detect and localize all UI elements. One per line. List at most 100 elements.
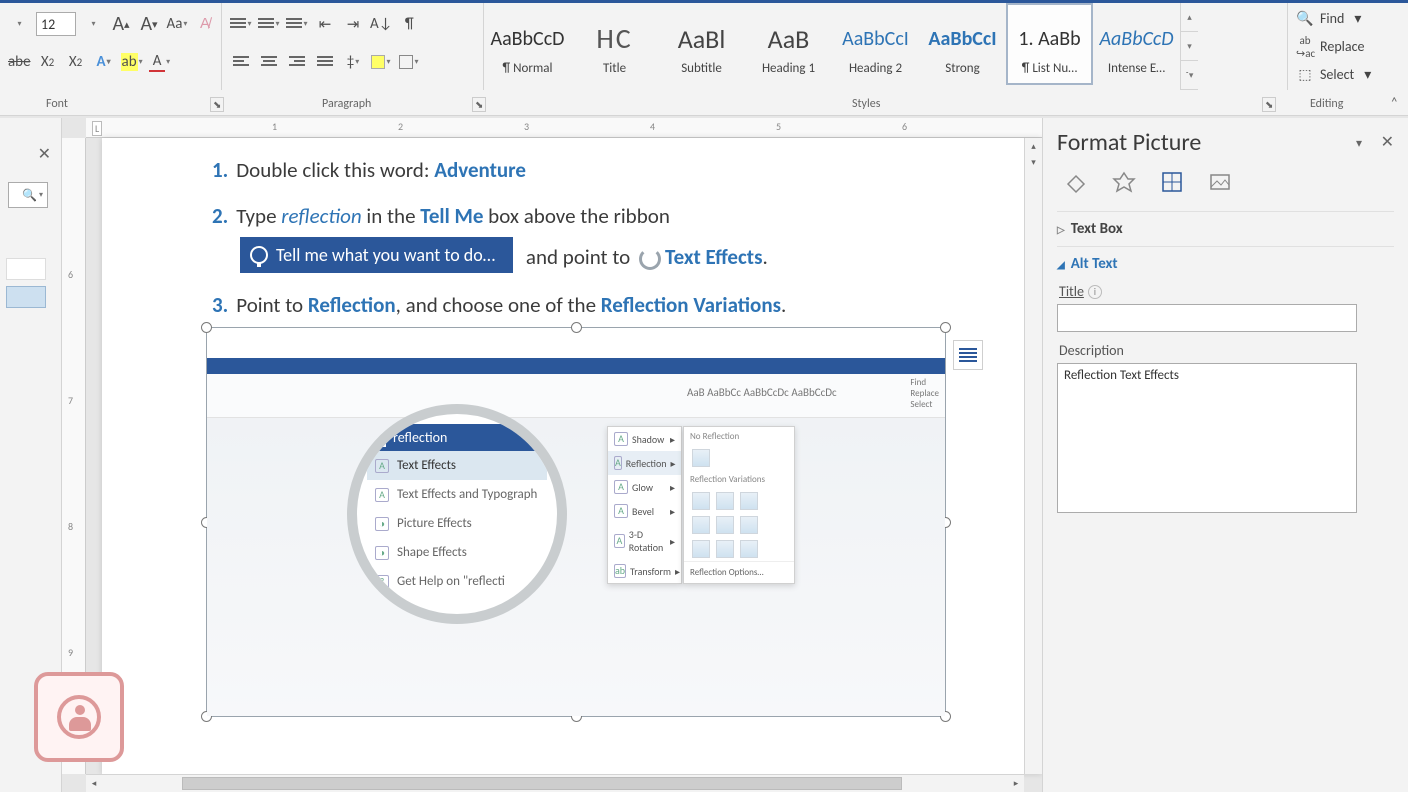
shading-button[interactable]: ▾: [370, 51, 392, 73]
l2-post: box above the ribbon: [483, 203, 669, 229]
editing-group: 🔍Find▾ ab↪acReplace ⬚Select▾: [1288, 3, 1408, 90]
grow-font-button[interactable]: A▴: [110, 13, 132, 35]
change-case-button[interactable]: Aa▾: [166, 13, 188, 35]
doc-line-3: 3.Point to Reflection, and choose one of…: [212, 291, 1012, 319]
gallery-more[interactable]: ⁼▾: [1181, 61, 1198, 90]
decrease-indent-button[interactable]: ⇤: [314, 13, 336, 35]
format-picture-title: Format Picture: [1057, 128, 1394, 157]
style-item-4[interactable]: AaBbCcIHeading 2: [832, 3, 919, 85]
horizontal-scrollbar[interactable]: ◂ ▸: [86, 774, 1024, 792]
bullets-button[interactable]: ▾: [230, 13, 252, 35]
nav-thumb-1[interactable]: [6, 258, 46, 280]
style-item-7[interactable]: AaBbCcDIntense E…: [1093, 3, 1180, 85]
borders-button[interactable]: ▾: [398, 51, 420, 73]
paragraph-group-label: Paragraph: [322, 97, 371, 111]
align-left-button[interactable]: [230, 51, 252, 73]
line-spacing-button[interactable]: ‡▾: [342, 51, 364, 73]
align-center-button[interactable]: [258, 51, 280, 73]
pane-close-button[interactable]: ✕: [1381, 132, 1394, 152]
l2-ital: reflection: [281, 203, 361, 229]
style-item-0[interactable]: AaBbCcD¶ Normal: [484, 3, 571, 85]
resize-handle[interactable]: [571, 322, 582, 333]
paragraph-dialog-launcher[interactable]: ⬊: [472, 97, 486, 112]
font-size-dropdown[interactable]: ▾: [82, 13, 104, 35]
lightbulb-icon: [375, 432, 387, 444]
nav-search-box[interactable]: 🔍: [8, 182, 48, 208]
layout-options-button[interactable]: [953, 340, 983, 370]
alt-desc-textarea[interactable]: Reflection Text Effects: [1057, 363, 1357, 513]
resize-handle[interactable]: [201, 322, 212, 333]
show-marks-button[interactable]: ¶: [398, 13, 420, 35]
mag-item-1: Text Effects and Typograph: [397, 487, 537, 502]
resize-handle[interactable]: [940, 322, 951, 333]
document-page[interactable]: 1.Double click this word: Adventure 2.Ty…: [102, 138, 1042, 774]
fly1-5: Transform: [630, 565, 671, 578]
scroll-left[interactable]: ◂: [86, 775, 102, 792]
l1-keyword: Adventure: [434, 157, 526, 183]
style-item-5[interactable]: AaBbCcIStrong: [919, 3, 1006, 85]
alttext-section-header[interactable]: ◢Alt Text: [1057, 255, 1394, 273]
vertical-scrollbar[interactable]: ▴ ▾: [1024, 138, 1042, 774]
style-item-6[interactable]: 1. AaBb¶ List Nu…: [1006, 3, 1093, 85]
picture-tab[interactable]: [1205, 167, 1235, 197]
increase-indent-button[interactable]: ⇥: [342, 13, 364, 35]
superscript-button[interactable]: X2: [65, 51, 87, 73]
highlight-button[interactable]: ab▾: [121, 51, 143, 73]
gallery-up[interactable]: ▴: [1181, 3, 1198, 32]
alt-title-input[interactable]: [1057, 304, 1357, 332]
doc-line-1: 1.Double click this word: Adventure: [212, 156, 1012, 184]
find-button[interactable]: 🔍Find▾: [1296, 7, 1400, 31]
styles-dialog-launcher[interactable]: ⬊: [1262, 97, 1276, 112]
font-color-button[interactable]: A▾: [149, 51, 171, 73]
font-name-edge[interactable]: ▾: [8, 13, 30, 35]
textbox-section-header[interactable]: ▷Text Box: [1057, 220, 1394, 238]
fly1-4: 3-D Rotation: [629, 528, 666, 554]
accessibility-badge[interactable]: [34, 672, 124, 762]
select-button[interactable]: ⬚Select▾: [1296, 63, 1400, 87]
pane-menu-button[interactable]: ▾: [1356, 136, 1362, 151]
sort-button[interactable]: A↓: [370, 13, 392, 35]
workspace: ✕ 🔍 L 123 456 67 89 1.Double click this …: [0, 118, 1408, 792]
scroll-up[interactable]: ▴: [1025, 138, 1042, 154]
layout-tab[interactable]: [1157, 167, 1187, 197]
collapse-ribbon-button[interactable]: ˄: [1390, 94, 1398, 111]
l3-pre: Point to: [236, 292, 308, 318]
replace-button[interactable]: ab↪acReplace: [1296, 35, 1400, 59]
scroll-down[interactable]: ▾: [1025, 154, 1042, 170]
selected-picture[interactable]: AaB AaBbCc AaBbCcDc AaBbCcDc Find Replac…: [206, 327, 946, 717]
styles-gallery[interactable]: AaBbCcD¶ NormalHCTitleAaBlSubtitleAaBHea…: [484, 3, 1180, 85]
font-dialog-launcher[interactable]: ⬊: [210, 97, 224, 112]
gallery-down[interactable]: ▾: [1181, 32, 1198, 61]
l3-kw1: Reflection: [308, 292, 396, 318]
l2b-pre: and point to: [526, 244, 635, 270]
clear-formatting-button[interactable]: A̸: [194, 13, 216, 35]
multilevel-list-button[interactable]: ▾: [286, 13, 308, 35]
numbering-button[interactable]: ▾: [258, 13, 280, 35]
styles-group: AaBbCcD¶ NormalHCTitleAaBlSubtitleAaBHea…: [484, 3, 1288, 90]
style-item-3[interactable]: AaBHeading 1: [745, 3, 832, 85]
tab-selector[interactable]: L: [92, 121, 102, 136]
styles-gallery-scroll[interactable]: ▴ ▾ ⁼▾: [1180, 3, 1198, 90]
effects-tab[interactable]: [1109, 167, 1139, 197]
hscroll-thumb[interactable]: [182, 777, 902, 790]
justify-button[interactable]: [314, 51, 336, 73]
ribbon: ▾ ▾ A▴ A▾ Aa▾ A̸ abe X2 X2 A▾ ab▾ A▾ ▾ ▾…: [0, 0, 1408, 90]
align-right-button[interactable]: [286, 51, 308, 73]
style-item-1[interactable]: HCTitle: [571, 3, 658, 85]
mag-search-text: reflection: [393, 429, 447, 446]
subscript-button[interactable]: X2: [37, 51, 59, 73]
font-size-input[interactable]: [36, 12, 76, 36]
nav-thumb-2[interactable]: [6, 286, 46, 308]
horizontal-ruler[interactable]: L 123 456: [86, 118, 1042, 138]
l3-post: .: [781, 292, 786, 318]
shrink-font-button[interactable]: A▾: [138, 13, 160, 35]
scroll-right[interactable]: ▸: [1008, 775, 1024, 792]
nav-close-button[interactable]: ✕: [38, 144, 51, 164]
info-icon[interactable]: i: [1088, 285, 1102, 299]
style-item-2[interactable]: AaBlSubtitle: [658, 3, 745, 85]
l2-kw: Tell Me: [420, 203, 483, 229]
text-effects-button[interactable]: A▾: [93, 51, 115, 73]
style-preview: AaB: [768, 19, 810, 59]
strikethrough-button[interactable]: abe: [8, 51, 31, 73]
fill-tab[interactable]: [1061, 167, 1091, 197]
